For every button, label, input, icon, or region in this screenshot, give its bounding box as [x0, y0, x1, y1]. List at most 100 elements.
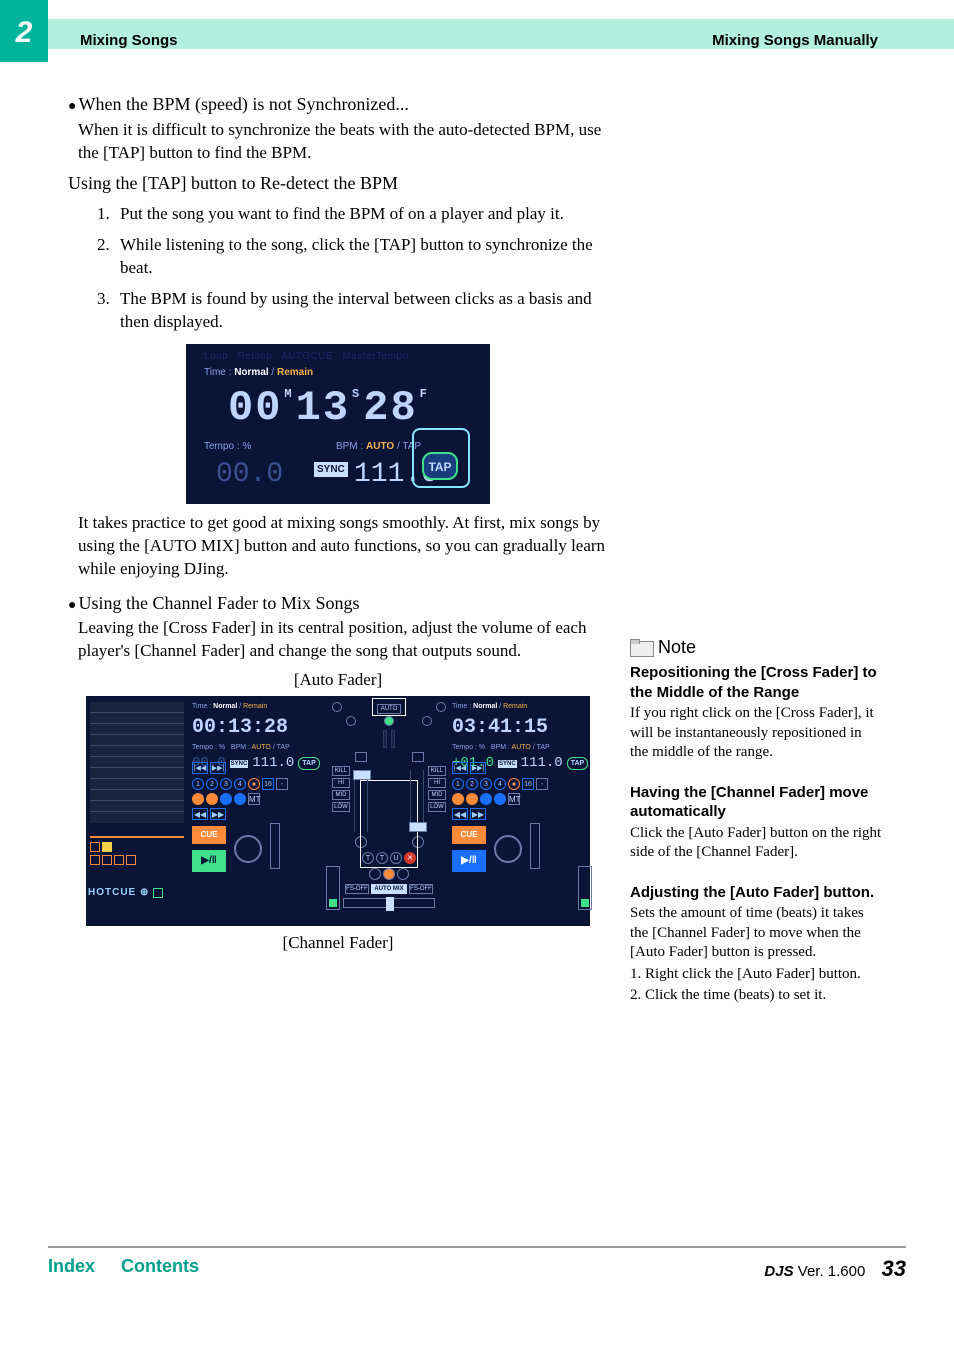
track-row[interactable] [90, 779, 184, 790]
deck-b-play-button[interactable]: ▶/‖ [452, 850, 486, 872]
mixer-section: AUTO KILL HI MID LOW KILL HI [332, 702, 446, 918]
track-row[interactable] [90, 801, 184, 812]
fader-handle[interactable] [353, 770, 371, 780]
deck-a-tap-button[interactable]: TAP [298, 757, 319, 770]
ffwd-button[interactable]: ▶▶ [470, 808, 486, 820]
note-para-3: Sets the amount of time (beats) it takes… [630, 904, 882, 963]
track-row[interactable] [90, 746, 184, 757]
loop-16-button[interactable]: 16 [262, 778, 274, 790]
fx-button[interactable] [234, 793, 246, 805]
auto-fader-a[interactable] [326, 866, 340, 910]
deck-b-time-label: Time : Normal / Remain [452, 702, 582, 711]
level-meter [383, 730, 387, 748]
track-row[interactable] [90, 735, 184, 746]
prog-button[interactable] [369, 868, 381, 880]
prog-button[interactable] [383, 868, 395, 880]
hotcue-2-button[interactable]: 2 [206, 778, 218, 790]
track-row[interactable] [90, 724, 184, 735]
fx-button[interactable] [480, 793, 492, 805]
tempo-slider[interactable] [530, 823, 540, 869]
rewind-button[interactable]: ◀◀ [192, 808, 208, 820]
note-icon [630, 639, 652, 657]
hotcue-2-button[interactable]: 2 [466, 778, 478, 790]
next-track-button[interactable]: ▶▶| [210, 762, 226, 774]
knob[interactable] [346, 716, 356, 726]
eq-mid-button[interactable]: MID [428, 790, 446, 800]
fx-button[interactable] [494, 793, 506, 805]
minus-button[interactable]: - [536, 778, 548, 790]
channel-fader-b[interactable] [410, 770, 424, 832]
mt-button[interactable]: MT [508, 793, 520, 805]
track-row[interactable] [90, 812, 184, 823]
cross-fader[interactable] [343, 898, 435, 908]
deck-b-tap-button[interactable]: TAP [567, 757, 588, 770]
play-indicator-icon[interactable] [102, 842, 112, 852]
hotcue-4-button[interactable]: 4 [494, 778, 506, 790]
gain-knob[interactable] [332, 702, 342, 712]
deck-b-cue-button[interactable]: CUE [452, 826, 486, 844]
eq-low-button[interactable]: LOW [332, 802, 350, 812]
track-progress-bar [90, 836, 184, 838]
fx-button[interactable] [466, 793, 478, 805]
rec-icon[interactable] [153, 888, 163, 898]
stop-icon[interactable] [90, 842, 100, 852]
fig1-bpm-label: BPM : AUTO / TAP [336, 440, 421, 454]
auto-fader-b[interactable] [578, 866, 592, 910]
loop-16-button[interactable]: 16 [522, 778, 534, 790]
deck-a-cue-button[interactable]: CUE [192, 826, 226, 844]
contents-link[interactable]: Contents [121, 1256, 199, 1277]
rec-button[interactable]: ● [508, 778, 520, 790]
knob[interactable] [422, 716, 432, 726]
ctrl-icon[interactable] [90, 855, 100, 865]
sync-button[interactable]: SYNC [314, 462, 348, 478]
deck-b-jog-wheel[interactable] [494, 835, 522, 863]
track-row[interactable] [90, 768, 184, 779]
ctrl-icon[interactable] [126, 855, 136, 865]
track-row[interactable] [90, 702, 184, 713]
eq-mid-button[interactable]: MID [332, 790, 350, 800]
deck-a-jog-wheel[interactable] [234, 835, 262, 863]
speaker-b-icon[interactable] [412, 752, 424, 762]
hotcue-1-button[interactable]: 1 [452, 778, 464, 790]
speaker-a-icon[interactable] [355, 752, 367, 762]
hotcue-4-button[interactable]: 4 [234, 778, 246, 790]
fx-button[interactable] [192, 793, 204, 805]
ctrl-icon[interactable] [114, 855, 124, 865]
mt-button[interactable]: MT [248, 793, 260, 805]
rewind-button[interactable]: ◀◀ [452, 808, 468, 820]
fx-button[interactable] [220, 793, 232, 805]
eq-hi-button[interactable]: HI [428, 778, 446, 788]
track-list[interactable] [90, 702, 184, 828]
eq-hi-button[interactable]: HI [332, 778, 350, 788]
center-knob[interactable] [384, 716, 394, 726]
fs-off-right[interactable]: FS-OFF [409, 884, 433, 894]
fader-handle[interactable] [409, 822, 427, 832]
auto-mix-button[interactable]: AUTO MIX [371, 884, 407, 894]
prog-button[interactable] [397, 868, 409, 880]
footer-right: DJS Ver. 1.600 33 [764, 1256, 906, 1282]
hotcue-1-button[interactable]: 1 [192, 778, 204, 790]
channel-fader-a[interactable] [354, 770, 368, 832]
tap-button[interactable]: TAP [422, 452, 458, 480]
prev-track-button[interactable]: |◀◀ [452, 762, 468, 774]
track-row[interactable] [90, 790, 184, 801]
fx-button[interactable] [452, 793, 464, 805]
minus-button[interactable]: - [276, 778, 288, 790]
next-track-button[interactable]: ▶▶| [470, 762, 486, 774]
track-row[interactable] [90, 713, 184, 724]
ffwd-button[interactable]: ▶▶ [210, 808, 226, 820]
tempo-slider[interactable] [270, 823, 280, 869]
ctrl-icon[interactable] [102, 855, 112, 865]
track-row[interactable] [90, 757, 184, 768]
rec-button[interactable]: ● [248, 778, 260, 790]
fx-button[interactable] [206, 793, 218, 805]
index-link[interactable]: Index [48, 1256, 95, 1277]
fs-off-left[interactable]: FS-OFF [345, 884, 369, 894]
deck-a-play-button[interactable]: ▶/‖ [192, 850, 226, 872]
crossfader-handle[interactable] [386, 897, 394, 911]
eq-low-button[interactable]: LOW [428, 802, 446, 812]
hotcue-3-button[interactable]: 3 [220, 778, 232, 790]
gain-knob[interactable] [436, 702, 446, 712]
hotcue-3-button[interactable]: 3 [480, 778, 492, 790]
prev-track-button[interactable]: |◀◀ [192, 762, 208, 774]
